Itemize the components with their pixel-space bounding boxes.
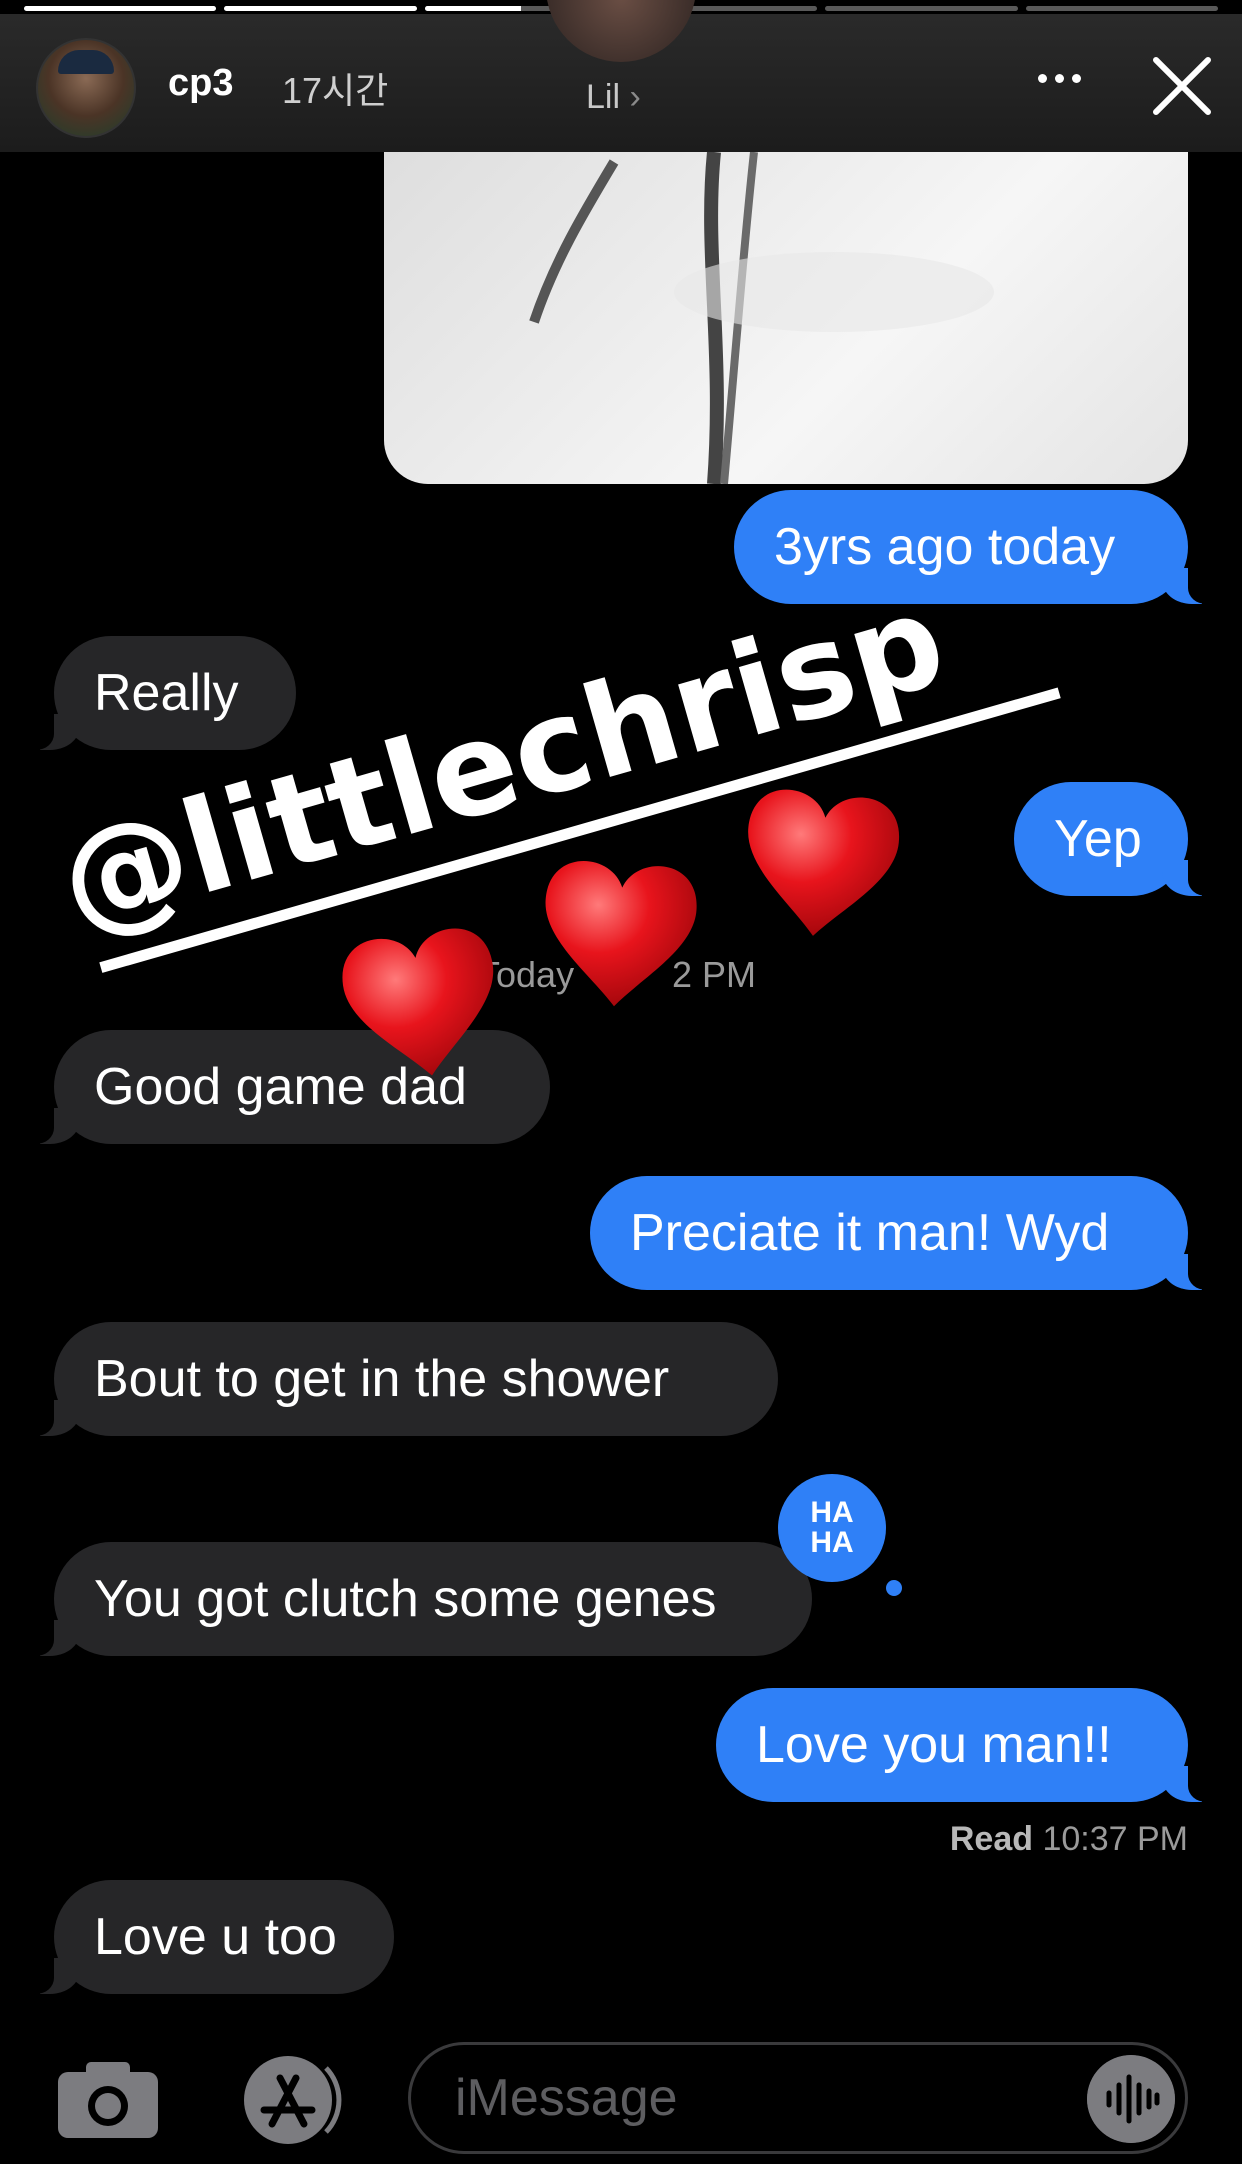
story-username[interactable]: cp3 (168, 62, 233, 105)
avatar[interactable] (36, 38, 136, 138)
contact-name-label: Lil (586, 78, 621, 116)
timestamp-fragment: Today (478, 954, 575, 995)
message-bubble-sent[interactable]: Yep (1014, 782, 1218, 896)
more-options-icon[interactable] (1038, 74, 1081, 83)
mention-sticker-text: @littlechrisp (43, 566, 959, 960)
story-progress-bar (1025, 6, 1218, 11)
tapback-tail (886, 1580, 902, 1596)
timestamp-fragment: 2 PM (672, 954, 757, 995)
message-input-placeholder: iMessage (455, 2069, 678, 2127)
message-bubble-received[interactable]: Love u too (24, 1880, 394, 1994)
red-heart-emoji (737, 785, 904, 944)
tapback-text: HA (810, 1526, 854, 1559)
close-icon[interactable] (1150, 54, 1214, 118)
haha-tapback-icon[interactable]: HA HA (778, 1474, 886, 1582)
camera-icon[interactable] (56, 2058, 160, 2140)
message-bubble-sent[interactable]: Preciate it man! Wyd (590, 1176, 1218, 1290)
message-input[interactable]: iMessage (408, 2042, 1188, 2154)
message-bubble-received[interactable]: You got clutch some genes (24, 1542, 812, 1656)
image-attachment[interactable] (384, 152, 1188, 484)
message-bubble-received[interactable]: Good game dad (24, 1030, 550, 1144)
story-time-ago: 17시간 (282, 70, 389, 111)
story-progress-bar (24, 6, 217, 11)
read-label: Read (949, 1820, 1034, 1858)
app-store-icon[interactable] (230, 2054, 350, 2146)
audio-waveform-icon[interactable] (1087, 2055, 1175, 2143)
contact-name[interactable]: Lil › (586, 78, 641, 117)
message-bubble-received[interactable]: Bout to get in the shower (24, 1322, 778, 1436)
message-bubble-sent[interactable]: 3yrs ago today (734, 490, 1218, 604)
story-progress-bar (224, 6, 417, 11)
message-bubble-received[interactable]: Really (24, 636, 296, 750)
chevron-right-icon: › (629, 78, 641, 116)
message-bubble-sent[interactable]: Love you man!! (716, 1688, 1218, 1802)
read-receipt: Read 10:37 PM (950, 1820, 1188, 1859)
tapback-text: HA (810, 1496, 854, 1529)
story-progress-bar (825, 6, 1018, 11)
read-time: 10:37 PM (1042, 1820, 1188, 1858)
